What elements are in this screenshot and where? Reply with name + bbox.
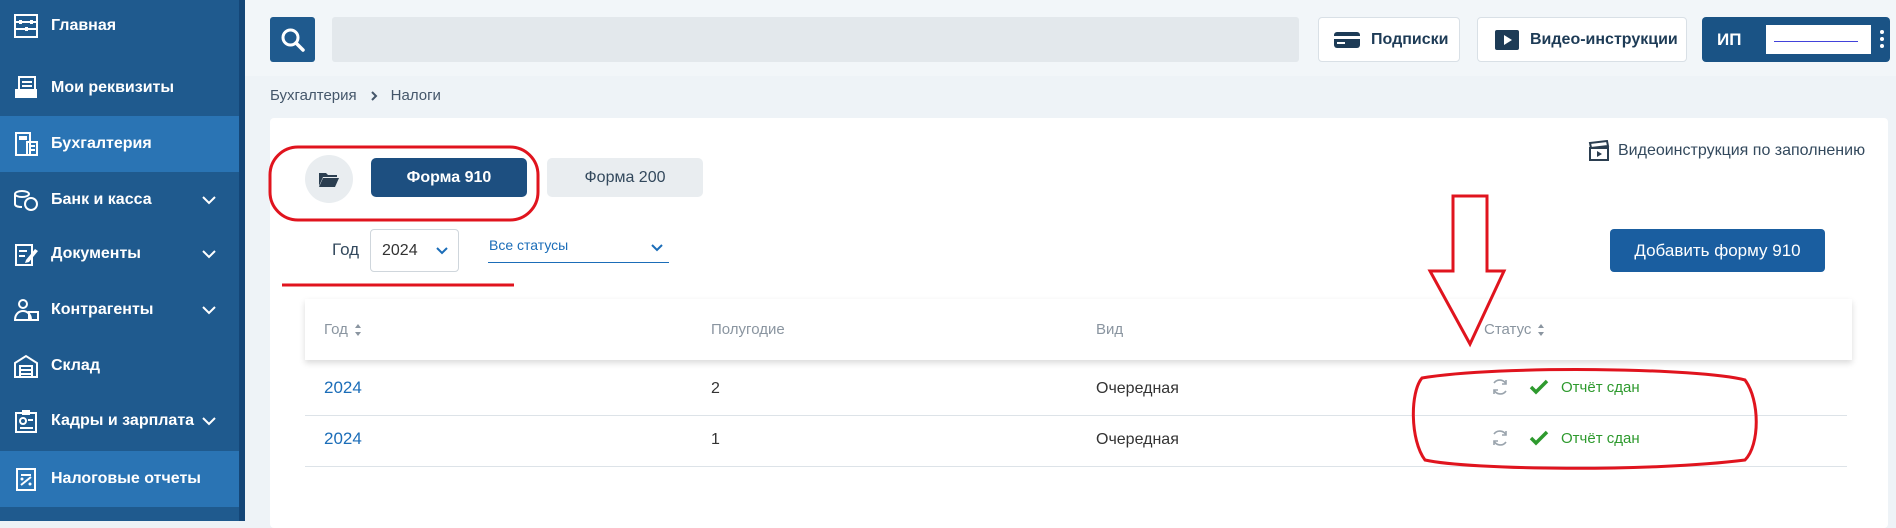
column-header-year[interactable]: Год (324, 321, 362, 338)
abacus-icon (11, 11, 41, 41)
breadcrumb-link-accounting[interactable]: Бухгалтерия (270, 87, 357, 104)
search-input[interactable] (332, 17, 1299, 62)
search-button[interactable] (270, 17, 315, 62)
sidebar-item-label: Склад (51, 357, 100, 374)
search-icon (281, 28, 305, 52)
sidebar-item-contractors[interactable]: Контрагенты (0, 282, 239, 338)
breadcrumb-current: Налоги (390, 87, 441, 104)
add-form-button[interactable]: Добавить форму 910 (1610, 229, 1825, 272)
row-status: Отчёт сдан (1490, 377, 1640, 397)
chevron-down-icon (651, 244, 663, 252)
video-fill-link[interactable]: Видеоинструкция по заполнению (1588, 140, 1865, 162)
column-header-label: Полугодие (711, 321, 785, 338)
column-header-label: Вид (1096, 321, 1124, 338)
requisites-icon (11, 73, 41, 103)
account-menu[interactable]: ИП —————— (1702, 17, 1890, 62)
video-fill-label: Видеоинструкция по заполнению (1618, 142, 1866, 159)
check-icon (1529, 430, 1549, 446)
warehouse-icon (11, 351, 41, 381)
tab-form-910[interactable]: Форма 910 (371, 158, 527, 197)
breadcrumb: Бухгалтерия Налоги (270, 87, 441, 104)
play-icon (1495, 29, 1519, 50)
table-row: 2024 2 Очередная Отчёт сдан (305, 365, 1847, 416)
video-instructions-label: Видео-инструкции (1530, 30, 1678, 48)
account-name: —————— (1766, 25, 1871, 54)
sidebar-item-bank[interactable]: Банк и касса (0, 172, 239, 228)
calculator-icon (11, 129, 41, 159)
year-select-value: 2024 (382, 241, 418, 259)
chevron-down-icon[interactable] (201, 302, 217, 318)
chevron-down-icon (436, 247, 448, 255)
row-status: Отчёт сдан (1490, 428, 1640, 448)
column-header-half: Полугодие (711, 321, 785, 338)
year-filter-label: Год (332, 240, 360, 259)
archive-button[interactable] (305, 155, 353, 203)
sidebar-item-label: Главная (51, 17, 117, 34)
row-kind: Очередная (1096, 431, 1179, 448)
sidebar-item-requisites[interactable]: Мои реквизиты (0, 60, 239, 116)
tab-form-200[interactable]: Форма 200 (547, 158, 703, 197)
chevron-down-icon[interactable] (201, 246, 217, 262)
refresh-icon[interactable] (1490, 377, 1510, 397)
staff-icon (11, 406, 41, 436)
sort-icon (1538, 323, 1545, 336)
contacts-icon (11, 295, 41, 325)
sidebar-item-label: Мои реквизиты (51, 79, 175, 96)
column-header-status[interactable]: Статус (1484, 321, 1545, 338)
year-select[interactable]: 2024 (370, 229, 459, 272)
status-select[interactable]: Все статусы (488, 237, 669, 263)
sidebar-item-tax-reports[interactable]: Налоговые отчеты (0, 451, 239, 507)
row-year-link[interactable]: 2024 (324, 429, 362, 449)
folder-open-icon (319, 173, 339, 187)
chevron-right-icon (370, 90, 378, 101)
sidebar-item-home[interactable]: Главная (0, 0, 239, 54)
column-header-label: Год (324, 321, 348, 338)
video-instructions-button[interactable]: Видео-инструкции (1477, 17, 1687, 62)
sidebar-item-label: Кадры и зарплата (51, 412, 195, 429)
sidebar-item-label: Документы (51, 245, 141, 262)
sidebar-divider (239, 0, 245, 521)
column-header-label: Статус (1484, 321, 1532, 338)
column-header-kind: Вид (1096, 321, 1123, 338)
credit-card-icon (1334, 31, 1360, 48)
chevron-down-icon[interactable] (201, 413, 217, 429)
sidebar-item-label: Контрагенты (51, 301, 154, 318)
sidebar-item-label: Налоговые отчеты (51, 470, 201, 487)
check-icon (1529, 379, 1549, 395)
row-half: 2 (711, 380, 720, 397)
sidebar-item-label: Бухгалтерия (51, 135, 152, 152)
row-half: 1 (711, 431, 720, 448)
row-status-text: Отчёт сдан (1561, 429, 1640, 447)
clapperboard-icon (1588, 140, 1610, 161)
sidebar-item-staff[interactable]: Кадры и зарплата (0, 393, 239, 449)
tax-report-icon (11, 464, 41, 494)
status-select-value: Все статусы (489, 237, 569, 253)
coins-icon (11, 185, 41, 215)
sidebar-item-warehouse[interactable]: Склад (0, 338, 239, 394)
sidebar-item-accounting[interactable]: Бухгалтерия (0, 116, 239, 172)
refresh-icon[interactable] (1490, 428, 1510, 448)
sidebar: Главная Мои реквизиты Бухгалтерия Банк и… (0, 0, 239, 521)
chevron-down-icon[interactable] (201, 192, 217, 208)
table-header: Год Полугодие Вид Статус (305, 299, 1852, 360)
more-vertical-icon[interactable] (1878, 28, 1886, 50)
subscriptions-button[interactable]: Подписки (1318, 17, 1460, 62)
subscriptions-label: Подписки (1371, 30, 1449, 48)
row-year-link[interactable]: 2024 (324, 378, 362, 398)
document-edit-icon (11, 239, 41, 269)
row-status-text: Отчёт сдан (1561, 378, 1640, 396)
sort-icon (354, 323, 361, 336)
sidebar-item-documents[interactable]: Документы (0, 226, 239, 282)
account-type: ИП (1717, 29, 1742, 49)
sidebar-item-label: Банк и касса (51, 191, 152, 208)
table-row: 2024 1 Очередная Отчёт сдан (305, 416, 1847, 467)
row-kind: Очередная (1096, 380, 1179, 397)
